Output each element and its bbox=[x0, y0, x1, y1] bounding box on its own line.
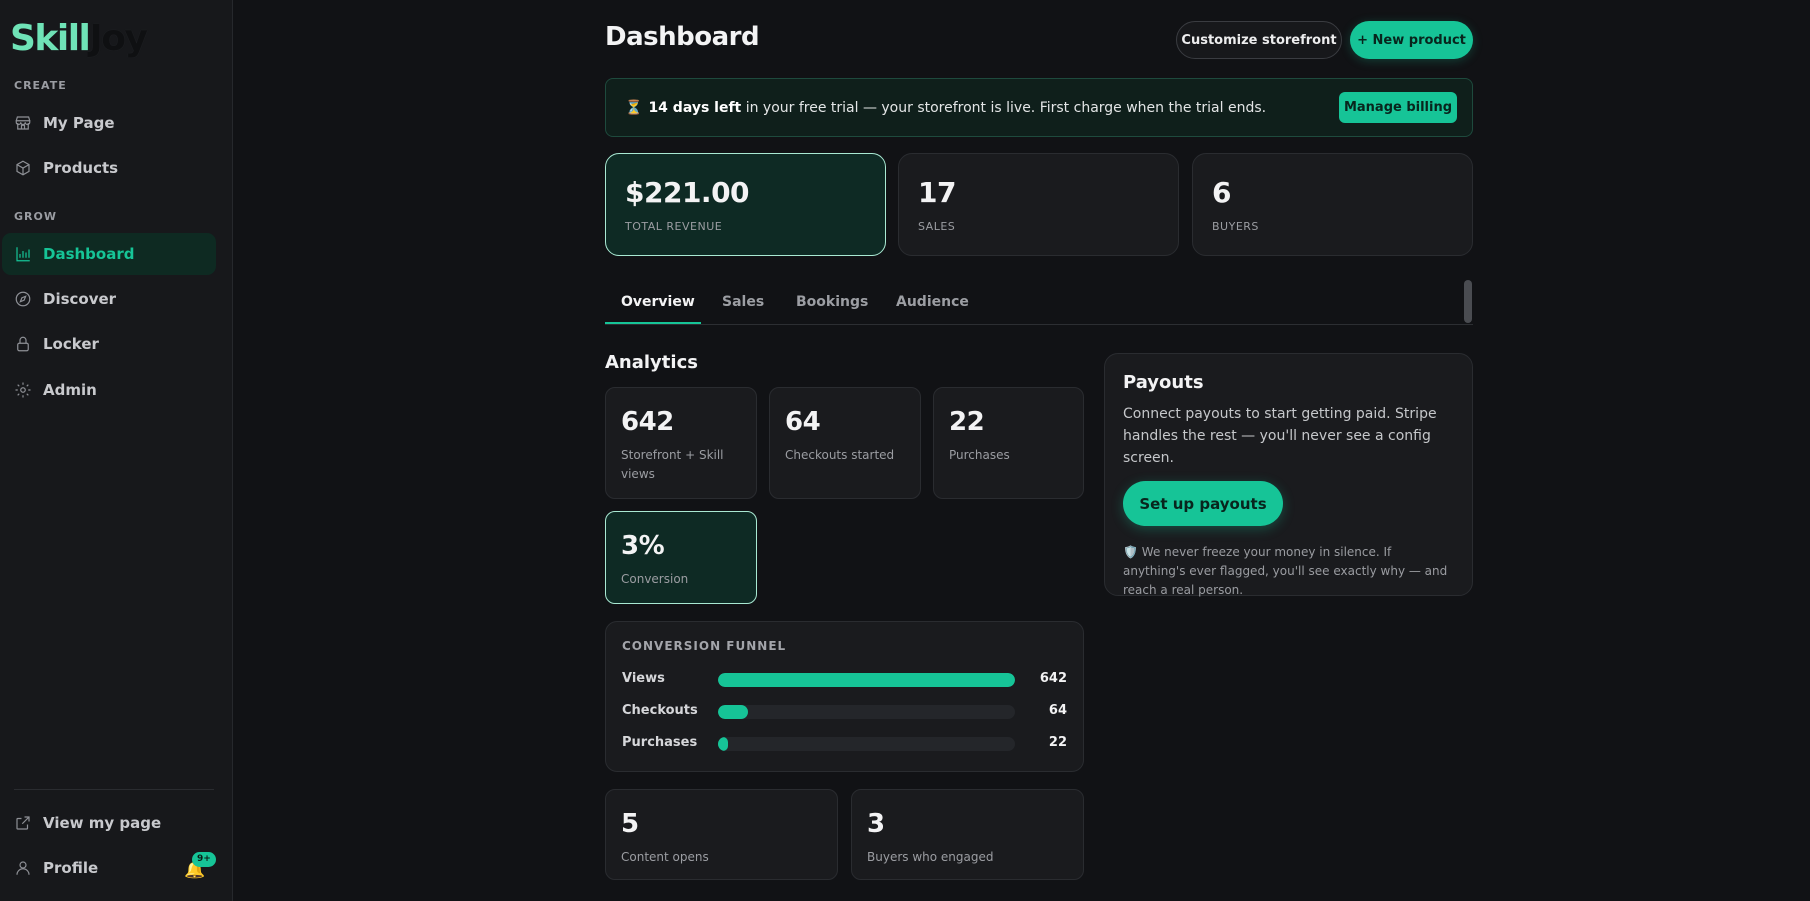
metric-card-views: 642 Storefront + Skill views bbox=[605, 387, 757, 499]
trial-text: in your free trial — your storefront is … bbox=[741, 99, 1267, 116]
metric-label: Storefront + Skill views bbox=[621, 448, 724, 481]
shield-icon: 🛡️ bbox=[1123, 545, 1138, 559]
metric-value: 642 bbox=[621, 407, 674, 437]
funnel-title: CONVERSION FUNNEL bbox=[622, 639, 787, 653]
sidebar: SkillJoy CREATE My Page Products GROW Da… bbox=[0, 0, 233, 901]
box-icon bbox=[14, 159, 32, 177]
payouts-note-text: We never freeze your money in silence. I… bbox=[1123, 545, 1448, 597]
metric-value: 3% bbox=[621, 531, 665, 561]
stat-card-buyers: 6 BUYERS bbox=[1192, 153, 1473, 256]
stat-value: $221.00 bbox=[625, 176, 750, 209]
set-up-payouts-button[interactable]: Set up payouts bbox=[1123, 481, 1283, 526]
new-product-button[interactable]: + New product bbox=[1350, 21, 1473, 59]
manage-billing-button[interactable]: Manage billing bbox=[1339, 92, 1457, 123]
sidebar-item-label: Profile bbox=[43, 859, 99, 877]
metric-value: 64 bbox=[785, 407, 821, 437]
customize-storefront-button[interactable]: Customize storefront bbox=[1176, 21, 1342, 59]
stat-label: BUYERS bbox=[1212, 220, 1259, 233]
payouts-note: 🛡️ We never freeze your money in silence… bbox=[1123, 543, 1454, 600]
logo-part-joy: Joy bbox=[89, 18, 148, 59]
sidebar-item-discover[interactable]: Discover bbox=[2, 278, 216, 320]
metric-value: 3 bbox=[867, 809, 885, 839]
metric-label: Buyers who engaged bbox=[867, 850, 994, 864]
sidebar-item-products[interactable]: Products bbox=[2, 147, 216, 189]
external-link-icon bbox=[14, 814, 32, 832]
sidebar-item-label: Admin bbox=[43, 381, 97, 399]
sidebar-item-label: View my page bbox=[43, 814, 162, 832]
stat-card-sales: 17 SALES bbox=[898, 153, 1179, 256]
metric-value: 5 bbox=[621, 809, 639, 839]
funnel-bar-track bbox=[718, 737, 1015, 751]
payouts-description: Connect payouts to start getting paid. S… bbox=[1123, 406, 1437, 466]
store-icon bbox=[14, 114, 32, 132]
tab-audience[interactable]: Audience bbox=[896, 294, 969, 310]
stat-label: SALES bbox=[918, 220, 956, 233]
user-icon bbox=[14, 859, 32, 877]
funnel-bar-track bbox=[718, 673, 1015, 687]
sidebar-item-admin[interactable]: Admin bbox=[2, 369, 216, 411]
analytics-title: Analytics bbox=[605, 352, 698, 373]
stat-card-revenue: $221.00 TOTAL REVENUE bbox=[605, 153, 886, 256]
sidebar-item-label: Dashboard bbox=[43, 245, 135, 263]
gear-icon bbox=[14, 381, 32, 399]
funnel-row-value: 642 bbox=[1039, 671, 1067, 686]
metric-card-checkouts: 64 Checkouts started bbox=[769, 387, 921, 499]
sidebar-item-my-page[interactable]: My Page bbox=[2, 102, 216, 144]
metric-label: Checkouts started bbox=[785, 448, 895, 462]
payouts-title: Payouts bbox=[1123, 372, 1204, 393]
metric-card-content-opens: 5 Content opens bbox=[605, 789, 838, 880]
tab-bar: Overview Sales Bookings Audience bbox=[605, 282, 1473, 325]
sidebar-item-label: Products bbox=[43, 159, 119, 177]
stat-label: TOTAL REVENUE bbox=[625, 220, 723, 233]
funnel-row-label: Views bbox=[622, 671, 665, 686]
funnel-bar-fill bbox=[718, 705, 748, 719]
funnel-row-label: Purchases bbox=[622, 735, 698, 750]
funnel-bar-track bbox=[718, 705, 1015, 719]
funnel-row-value: 64 bbox=[1048, 703, 1067, 718]
tab-bookings[interactable]: Bookings bbox=[796, 294, 868, 310]
funnel-bar-fill bbox=[718, 737, 729, 751]
hourglass-icon: ⏳ bbox=[625, 99, 643, 116]
funnel-bar-fill bbox=[718, 673, 1015, 687]
stat-value: 17 bbox=[918, 176, 956, 209]
trial-banner: ⏳ 14 days left in your free trial — your… bbox=[605, 78, 1473, 137]
section-label-create: CREATE bbox=[14, 79, 67, 92]
funnel-row-value: 22 bbox=[1048, 735, 1067, 750]
sidebar-divider bbox=[14, 789, 214, 790]
metric-label: Purchases bbox=[949, 448, 1010, 462]
lock-icon bbox=[14, 335, 32, 353]
sidebar-item-locker[interactable]: Locker bbox=[2, 323, 216, 365]
sidebar-item-label: My Page bbox=[43, 114, 115, 132]
funnel-row-label: Checkouts bbox=[622, 703, 698, 718]
metric-label: Conversion bbox=[621, 572, 689, 586]
stat-value: 6 bbox=[1212, 176, 1231, 209]
payouts-card: Payouts Connect payouts to start getting… bbox=[1104, 353, 1473, 597]
compass-icon bbox=[14, 290, 32, 308]
sidebar-item-dashboard[interactable]: Dashboard bbox=[2, 233, 216, 275]
metric-card-purchases: 22 Purchases bbox=[933, 387, 1084, 499]
metric-card-buyers-engaged: 3 Buyers who engaged bbox=[851, 789, 1084, 880]
section-label-grow: GROW bbox=[14, 210, 57, 223]
page-title: Dashboard bbox=[605, 22, 760, 52]
metric-card-conversion: 3% Conversion bbox=[605, 511, 757, 604]
tab-overview[interactable]: Overview bbox=[621, 294, 695, 310]
conversion-funnel: CONVERSION FUNNEL Views 642 Checkouts 64… bbox=[605, 621, 1084, 772]
sidebar-item-label: Discover bbox=[43, 290, 117, 308]
sidebar-item-view-my-page[interactable]: View my page bbox=[2, 802, 216, 844]
sidebar-item-label: Locker bbox=[43, 335, 99, 353]
active-tab-indicator bbox=[605, 322, 701, 324]
metric-value: 22 bbox=[949, 407, 985, 437]
scrollbar-thumb[interactable] bbox=[1464, 280, 1472, 323]
logo-part-skill: Skill bbox=[10, 18, 91, 59]
trial-days-left: 14 days left bbox=[648, 99, 742, 116]
bar-chart-icon bbox=[14, 245, 32, 263]
notification-badge: 9+ bbox=[192, 852, 216, 867]
metric-label: Content opens bbox=[621, 850, 709, 864]
tab-sales[interactable]: Sales bbox=[722, 294, 764, 310]
logo[interactable]: SkillJoy bbox=[10, 18, 148, 60]
